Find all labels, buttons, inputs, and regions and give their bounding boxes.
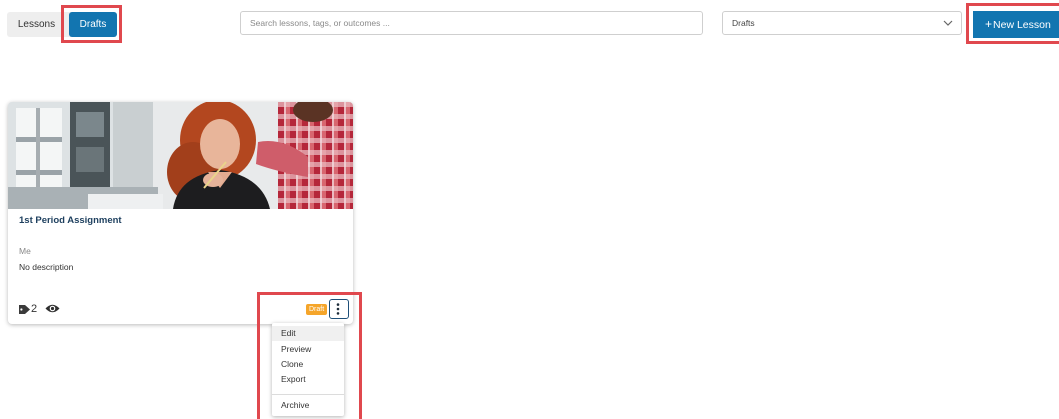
menu-item-preview[interactable]: Preview bbox=[272, 342, 344, 357]
highlight-drafts-tab bbox=[61, 5, 122, 43]
menu-item-edit[interactable]: Edit bbox=[272, 326, 344, 341]
tab-lessons[interactable]: Lessons bbox=[7, 12, 66, 37]
lesson-card[interactable]: 1st Period Assignment Me No description … bbox=[8, 102, 353, 324]
menu-item-export[interactable]: Export bbox=[272, 372, 344, 387]
status-filter-value: Drafts bbox=[732, 18, 755, 28]
menu-divider bbox=[272, 394, 344, 395]
lesson-author: Me bbox=[19, 246, 31, 256]
eye-icon[interactable] bbox=[45, 303, 60, 314]
card-actions-menu: Edit Preview Clone Export Archive bbox=[272, 323, 344, 416]
search-input[interactable] bbox=[240, 11, 703, 35]
tag-icon bbox=[19, 305, 30, 314]
lesson-thumbnail[interactable] bbox=[8, 102, 353, 209]
chevron-down-icon bbox=[943, 20, 953, 26]
lesson-description: No description bbox=[19, 262, 74, 272]
tag-count: 2 bbox=[31, 303, 38, 315]
menu-item-archive[interactable]: Archive bbox=[272, 398, 344, 413]
highlight-new-lesson bbox=[966, 3, 1059, 44]
lesson-title[interactable]: 1st Period Assignment bbox=[19, 215, 122, 226]
menu-item-clone[interactable]: Clone bbox=[272, 357, 344, 372]
status-filter-select[interactable]: Drafts bbox=[722, 11, 962, 35]
